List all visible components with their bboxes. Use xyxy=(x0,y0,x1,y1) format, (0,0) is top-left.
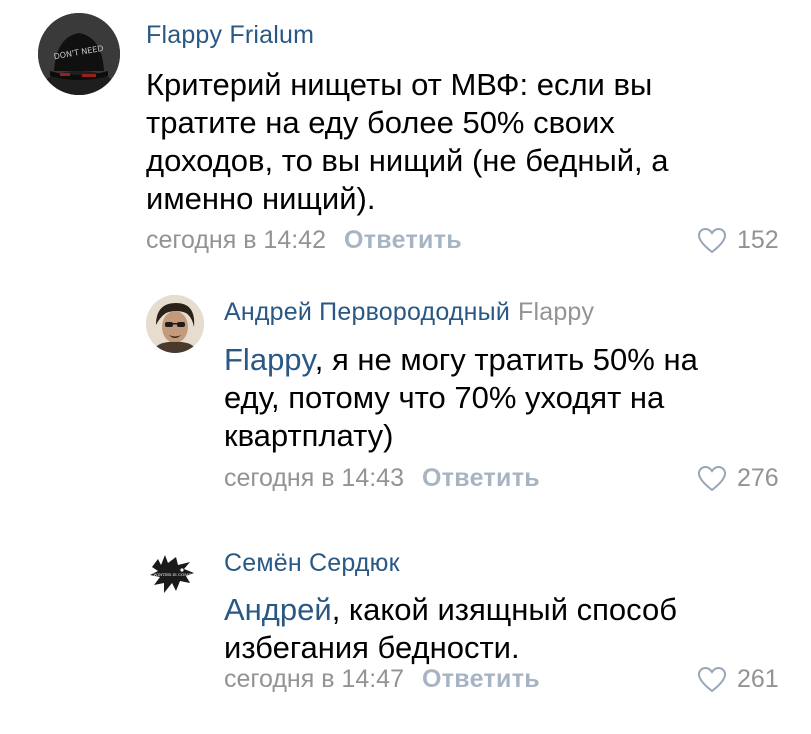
like-button[interactable]: 152 xyxy=(697,226,779,255)
comment: Андрей Перворододный Flappy Flappy, я не … xyxy=(0,290,811,510)
heart-icon xyxy=(697,227,727,254)
comment-text: Flappy, я не могу тратить 50% на еду, по… xyxy=(224,341,744,455)
like-button[interactable]: 276 xyxy=(697,464,779,493)
timestamp[interactable]: сегодня в 14:47 xyxy=(224,665,404,693)
like-count: 152 xyxy=(737,226,779,254)
comment-text: Критерий нищеты от МВФ: если вы тратите … xyxy=(146,66,726,218)
mention-link[interactable]: Flappy xyxy=(224,342,315,377)
author-name[interactable]: Семён Сердюк xyxy=(224,549,400,578)
comment: DON'T NEED Flappy Frialum Критерий нищет… xyxy=(0,0,811,260)
portrait-avatar-icon xyxy=(146,295,204,353)
reply-button[interactable]: Ответить xyxy=(422,665,540,693)
comment-meta: сегодня в 14:42 Ответить xyxy=(146,226,462,255)
like-button[interactable]: 261 xyxy=(697,665,779,694)
sigil-caption: WINTER IS COMING xyxy=(153,572,196,577)
hat-avatar-icon: DON'T NEED xyxy=(38,13,120,95)
reply-button[interactable]: Ответить xyxy=(344,226,462,254)
heart-icon xyxy=(697,465,727,492)
heart-icon xyxy=(697,666,727,693)
comment-body: Критерий нищеты от МВФ: если вы тратите … xyxy=(146,67,669,216)
avatar[interactable]: WINTER IS COMING xyxy=(146,545,204,603)
reply-to-name[interactable]: Flappy xyxy=(518,298,594,326)
reply-button[interactable]: Ответить xyxy=(422,464,540,492)
mention-link[interactable]: Андрей xyxy=(224,592,332,627)
timestamp[interactable]: сегодня в 14:42 xyxy=(146,226,326,254)
avatar[interactable] xyxy=(146,295,204,353)
author-name: Андрей Перворододный Flappy xyxy=(224,298,594,327)
like-count: 276 xyxy=(737,464,779,492)
comment-text: Андрей, какой изящный способ избегания б… xyxy=(224,591,744,667)
wolf-sigil-avatar-icon: WINTER IS COMING xyxy=(146,545,204,603)
author-link[interactable]: Андрей Перворододный xyxy=(224,298,510,326)
like-count: 261 xyxy=(737,665,779,693)
comment-meta: сегодня в 14:47 Ответить xyxy=(224,665,540,694)
comment-meta: сегодня в 14:43 Ответить xyxy=(224,464,540,493)
author-name[interactable]: Flappy Frialum xyxy=(146,21,314,50)
comment: WINTER IS COMING Семён Сердюк Андрей, ка… xyxy=(0,535,811,725)
avatar[interactable]: DON'T NEED xyxy=(38,13,120,95)
timestamp[interactable]: сегодня в 14:43 xyxy=(224,464,404,492)
